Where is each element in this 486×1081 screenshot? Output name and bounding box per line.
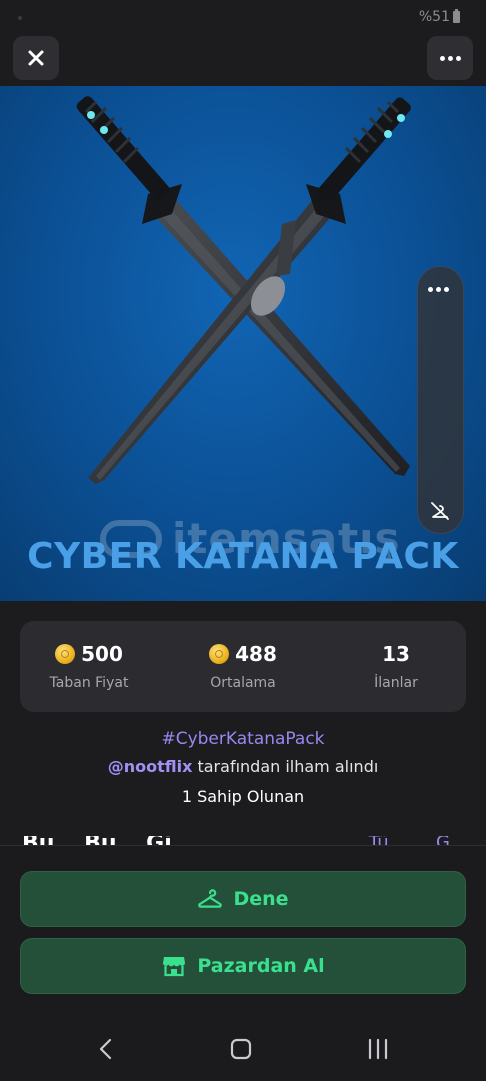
store-icon xyxy=(163,957,186,977)
system-nav-bar xyxy=(0,1020,486,1080)
status-bar: %51 xyxy=(0,0,486,36)
owners-count: 1 Sahip Olunan xyxy=(181,787,305,806)
close-icon xyxy=(28,50,44,66)
item-hashtag[interactable]: #CyberKatanaPack xyxy=(0,729,486,749)
price-stats-card: 500 Taban Fiyat 488 Ortalama 13 İlanlar xyxy=(20,621,466,712)
panel-more-icon[interactable] xyxy=(428,287,449,292)
coin-icon xyxy=(209,644,230,664)
back-icon[interactable] xyxy=(96,1038,116,1060)
try-on-label: Dene xyxy=(233,888,289,910)
inspired-by-text: tarafından ilham alındı xyxy=(192,757,379,776)
pack-title: CYBER KATANA PACK xyxy=(27,536,459,577)
close-button[interactable] xyxy=(13,36,59,80)
floor-price-value: 500 xyxy=(81,642,123,666)
average-price-value: 488 xyxy=(235,642,277,666)
battery-percent: %51 xyxy=(418,9,450,25)
try-on-button[interactable]: Dene xyxy=(20,871,466,927)
listings-label: İlanlar xyxy=(374,675,418,691)
item-preview: itemsatış CYBER KATANA PACK xyxy=(0,86,486,601)
inspired-by-line: @nootflix tarafından ilham alındı xyxy=(0,757,486,776)
buy-from-market-button[interactable]: Pazardan Al xyxy=(20,938,466,994)
floor-price-label: Taban Fiyat xyxy=(49,675,129,691)
more-options-button[interactable] xyxy=(427,36,473,80)
floor-price-stat: 500 Taban Fiyat xyxy=(20,641,158,691)
hanger-icon xyxy=(198,889,223,908)
hide-icon[interactable] xyxy=(429,500,451,522)
battery-indicator: %51 xyxy=(419,9,460,25)
buy-from-market-label: Pazardan Al xyxy=(197,955,325,977)
average-price-stat: 488 Ortalama xyxy=(168,641,318,691)
preview-controls-panel xyxy=(417,266,464,534)
notification-dot xyxy=(18,16,22,20)
listings-value: 13 xyxy=(382,642,410,666)
battery-icon xyxy=(453,9,460,23)
recents-icon[interactable] xyxy=(366,1038,390,1060)
coin-icon xyxy=(55,644,76,664)
creator-handle-link[interactable]: @nootflix xyxy=(108,757,193,776)
listings-stat[interactable]: 13 İlanlar xyxy=(326,641,466,691)
home-icon[interactable] xyxy=(230,1038,252,1060)
average-price-label: Ortalama xyxy=(210,675,276,691)
more-icon xyxy=(439,55,461,61)
